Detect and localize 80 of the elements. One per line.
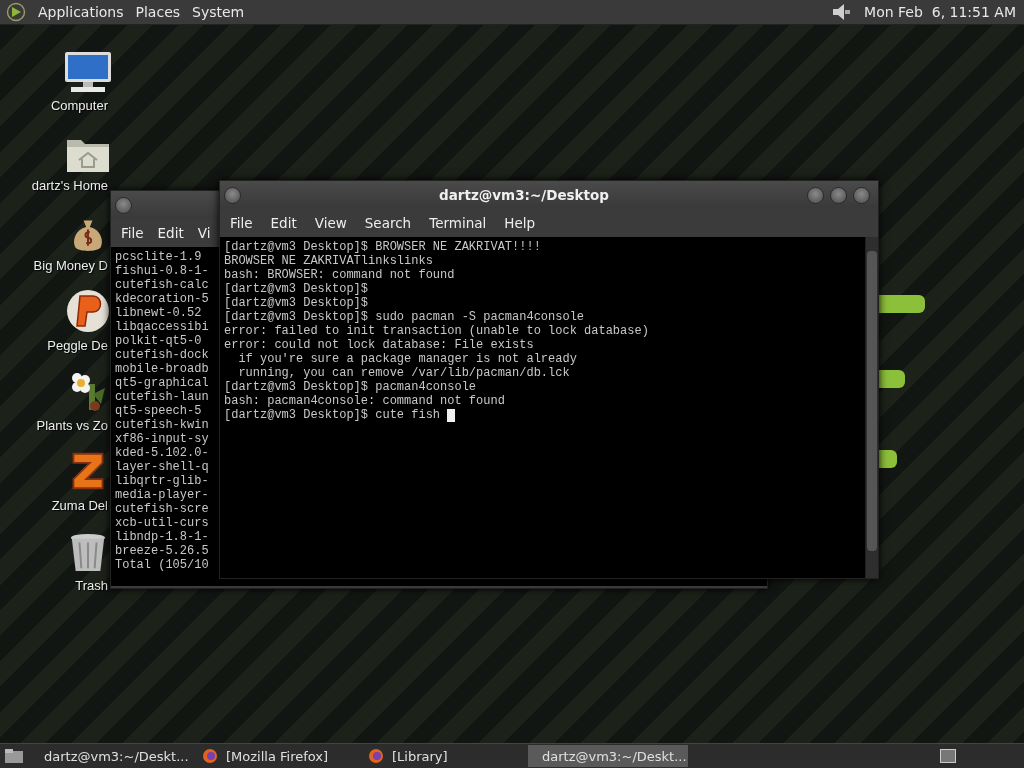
- menu-item[interactable]: View: [308, 213, 353, 233]
- taskbar-item[interactable]: dartz@vm3:~/Deskt...: [30, 745, 190, 767]
- terminal-line: qt5-graphical: [115, 376, 209, 390]
- menu-item[interactable]: Help: [498, 213, 542, 233]
- speaker-icon[interactable]: [830, 1, 853, 23]
- terminal-line: kdecoration-5: [115, 292, 209, 306]
- workspace-switcher[interactable]: [940, 749, 956, 763]
- terminal-line: if you're sure a package manager is not already: [237, 352, 577, 366]
- menu-logo-icon[interactable]: [6, 2, 26, 22]
- terminal-line: [dartz@vm3 Desktop]$ sudo pacman -S pacman4console: [224, 310, 585, 324]
- terminal-line: libnewt-0.52: [115, 306, 202, 320]
- desktop-icon-label[interactable]: dartz's Home: [31, 178, 108, 193]
- menu-item[interactable]: Search: [358, 213, 418, 233]
- taskbar-item[interactable]: [Library]: [362, 745, 522, 767]
- taskbar-item[interactable]: dartz@vm3:~/Deskt...: [528, 745, 688, 767]
- terminal-line: libqrtr-glib-: [115, 474, 209, 488]
- terminal-line: Total (105/10: [115, 558, 209, 572]
- scrollbar[interactable]: [865, 237, 878, 578]
- terminal-line: kded-5.102.0-: [115, 446, 209, 460]
- terminal-line: cutefish-scre: [115, 502, 209, 516]
- desktop-icon-label[interactable]: Peggle De: [47, 338, 108, 353]
- terminal-line: BROWSER NE ZAKRIVATlinkslinks: [224, 254, 433, 268]
- terminal-line: error: could not lock database: File exists: [224, 338, 534, 352]
- terminal-line: libqaccessibi: [115, 320, 209, 334]
- wallpaper-stripe: [877, 295, 925, 313]
- terminal-line: bash: BROWSER: command not found: [224, 268, 455, 282]
- terminal-line: xcb-util-curs: [115, 516, 209, 530]
- terminal-line: [dartz@vm3 Desktop]$: [224, 296, 369, 310]
- menu-item[interactable]: Terminal: [423, 213, 493, 233]
- terminal-line: media-player-: [115, 488, 209, 502]
- minimize-button[interactable]: [807, 186, 824, 204]
- window-button-icon[interactable]: [224, 186, 241, 204]
- terminal-line: cutefish-kwin: [115, 418, 209, 432]
- firefox-icon: [368, 748, 384, 764]
- wallpaper-stripe: [877, 370, 905, 388]
- maximize-button[interactable]: [830, 186, 847, 204]
- terminal-line: [dartz@vm3 Desktop]$ BROWSER NE ZAKRIVAT!!!!: [224, 240, 541, 254]
- terminal-line: layer-shell-q: [115, 460, 209, 474]
- window-button-icon[interactable]: [115, 196, 132, 214]
- firefox-icon: [202, 748, 218, 764]
- desktop-icon-label[interactable]: Computer: [50, 98, 108, 113]
- window-title: dartz@vm3:~/Desktop: [438, 187, 610, 203]
- terminal-line: breeze-5.26.5: [115, 544, 209, 558]
- wallpaper-stripe: [877, 450, 897, 468]
- desktop-icon-label[interactable]: Plants vs Zo: [36, 418, 108, 433]
- menu-item[interactable]: File: [115, 223, 150, 243]
- trash-icon[interactable]: [69, 532, 107, 574]
- panel-menu[interactable]: System: [192, 4, 245, 20]
- terminal-line: qt5-speech-5: [115, 404, 202, 418]
- peggle-ball-icon[interactable]: [65, 288, 111, 334]
- menu-item[interactable]: File: [224, 213, 259, 233]
- terminal-line: [dartz@vm3 Desktop]$: [224, 282, 369, 296]
- terminal-line: cutefish-laun: [115, 390, 209, 404]
- terminal-line: running, you can remove /var/lib/pacman/db.lck: [237, 366, 570, 380]
- desktop-icon-label[interactable]: Big Money D: [33, 258, 108, 273]
- desktop-icon-label[interactable]: Zuma Del: [51, 498, 108, 513]
- panel-menu[interactable]: Places: [135, 4, 181, 20]
- clock[interactable]: Mon Feb 6, 11:51 AM: [864, 4, 1018, 20]
- terminal-line: [dartz@vm3 Desktop]$ cute fish: [224, 408, 441, 422]
- terminal-line: bash: pacman4console: command not found: [224, 394, 505, 408]
- menu-item[interactable]: Edit: [264, 213, 303, 233]
- close-button[interactable]: [853, 186, 870, 204]
- taskbar-item[interactable]: [Mozilla Firefox]: [196, 745, 356, 767]
- panel-menu[interactable]: Applications: [38, 4, 124, 20]
- terminal-line: pcsclite-1.9: [115, 250, 202, 264]
- menu-item[interactable]: Edit: [151, 223, 190, 243]
- terminal-line: libndp-1.8-1-: [115, 530, 209, 544]
- terminal-line: polkit-qt5-0: [115, 334, 202, 348]
- desktop-icon-label[interactable]: Trash: [75, 578, 108, 593]
- text-cursor: [447, 408, 456, 422]
- terminal-line: fishui-0.8-1-: [115, 264, 209, 278]
- terminal-line: cutefish-calc: [115, 278, 209, 292]
- terminal-line: error: failed to init transaction (unable to lock database): [224, 324, 649, 338]
- menu-item[interactable]: Vi: [191, 223, 211, 243]
- show-desktop-icon[interactable]: [4, 748, 24, 764]
- terminal-line: [dartz@vm3 Desktop]$ pacman4console: [224, 380, 477, 394]
- computer-icon[interactable]: [63, 50, 113, 94]
- terminal-line: xf86-input-sy: [115, 432, 209, 446]
- terminal-line: cutefish-dock: [115, 348, 209, 362]
- terminal-line: mobile-broadb: [115, 362, 209, 376]
